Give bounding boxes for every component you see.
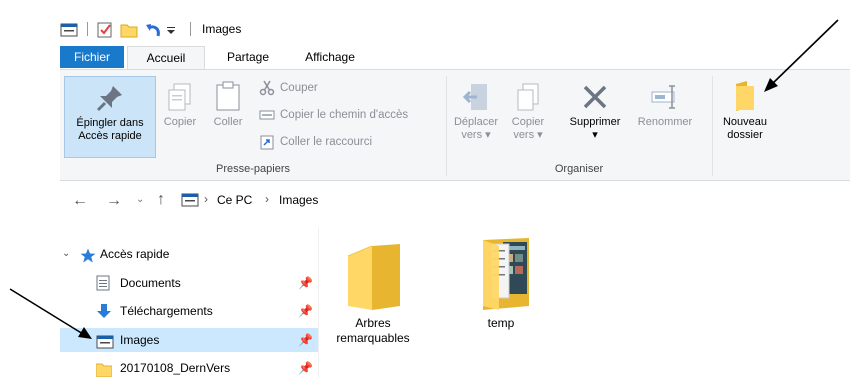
annotation-arrows [9, 19, 839, 339]
arrow-to-images-nav [9, 288, 92, 339]
arrow-to-new-folder [764, 19, 839, 92]
